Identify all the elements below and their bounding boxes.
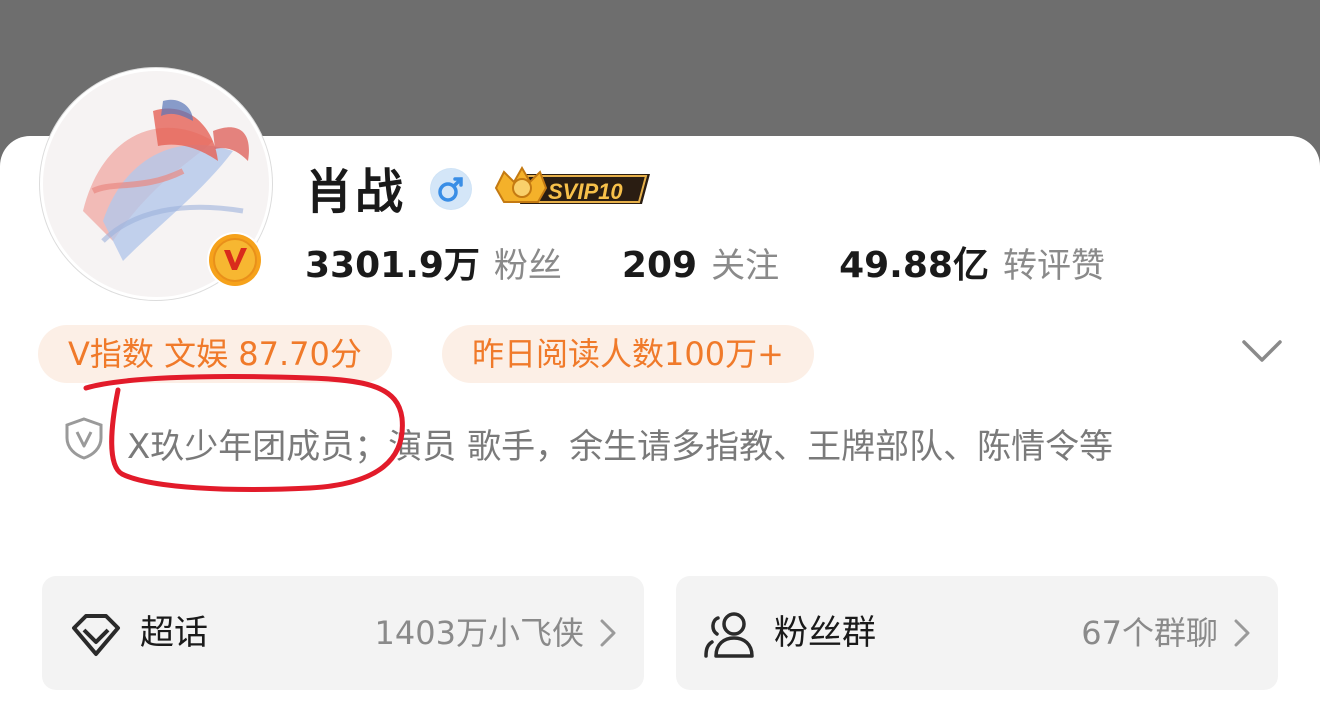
annotation-circle [83,373,405,492]
stat-value: 209 [621,245,698,286]
stat-following[interactable]: 209 关注 [622,238,779,287]
stat-followers[interactable]: 3301.9万 粉丝 [305,236,562,288]
users-icon [704,612,754,658]
diamond-icon [72,614,120,656]
stat-interactions[interactable]: 49.88亿 转评赞 [839,236,1105,288]
stat-label: 转评赞 [1002,246,1105,286]
stat-value: 49.88亿 [839,245,989,286]
stat-label: 粉丝 [493,246,562,286]
svip-badge[interactable]: SVIP10 [486,160,658,216]
supertopic-tile[interactable]: 超话 1403万小飞侠 [42,576,644,690]
supertopic-value: 1403万小飞侠 [374,614,584,652]
v-verified-icon [209,234,261,286]
fan-group-value: 67个群聊 [1081,614,1218,652]
chevron-right-icon [1234,619,1250,647]
stats-row: 3301.9万 粉丝 209 关注 49.88亿 转评赞 [305,236,1165,286]
chevron-right-icon [600,619,616,647]
stat-label: 关注 [711,246,780,286]
fan-group-tile[interactable]: 粉丝群 67个群聊 [676,576,1278,690]
profile-name: 肖战 [305,164,406,220]
reads-tag[interactable]: 昨日阅读人数100万+ [442,325,814,383]
fan-group-label: 粉丝群 [774,613,876,653]
stat-value: 3301.9万 [305,245,480,286]
male-icon [430,168,472,210]
verified-badge [207,232,263,288]
svip-text: SVIP10 [548,179,623,204]
chevron-down-icon[interactable] [1240,336,1284,366]
supertopic-label: 超话 [140,613,208,653]
